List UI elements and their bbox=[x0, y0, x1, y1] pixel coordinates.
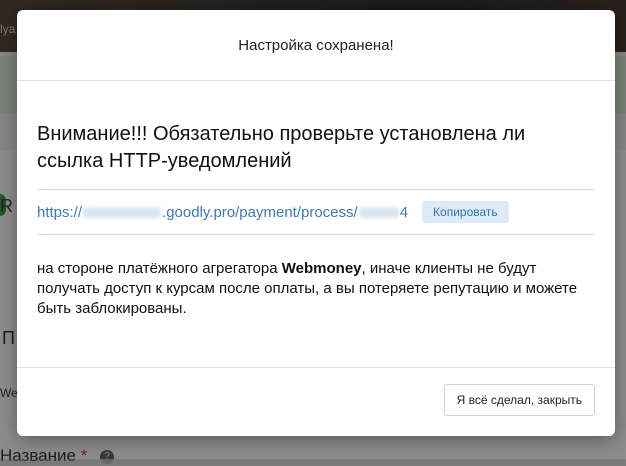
warning-heading: Внимание!!! Обязательно проверьте устано… bbox=[37, 123, 526, 172]
notification-url-row: https:// .goodly.pro/payment/process/ 4 … bbox=[37, 189, 595, 235]
url-middle: .goodly.pro/payment/process/ bbox=[162, 203, 358, 221]
url-prefix: https:// bbox=[37, 203, 83, 221]
settings-saved-modal: Настройка сохранена! Внимание!!! Обязате… bbox=[17, 10, 615, 436]
redacted-id bbox=[358, 206, 399, 218]
aggregator-name: Webmoney bbox=[281, 260, 362, 277]
copy-button[interactable]: Копировать bbox=[422, 201, 509, 223]
redacted-subdomain bbox=[83, 206, 162, 218]
notification-url[interactable]: https:// .goodly.pro/payment/process/ 4 bbox=[37, 204, 408, 221]
modal-header: Настройка сохранена! bbox=[17, 10, 615, 81]
modal-title: Настройка сохранена! bbox=[238, 36, 394, 54]
modal-footer: Я всё сделал, закрыть bbox=[17, 368, 615, 436]
modal-body: Внимание!!! Обязательно проверьте устано… bbox=[17, 81, 615, 368]
notice-text: на стороне платёжного агрегатора Webmone… bbox=[37, 259, 597, 319]
notice-before: на стороне платёжного агрегатора bbox=[37, 260, 282, 277]
url-suffix: 4 bbox=[399, 203, 409, 221]
close-button[interactable]: Я всё сделал, закрыть bbox=[443, 384, 595, 416]
